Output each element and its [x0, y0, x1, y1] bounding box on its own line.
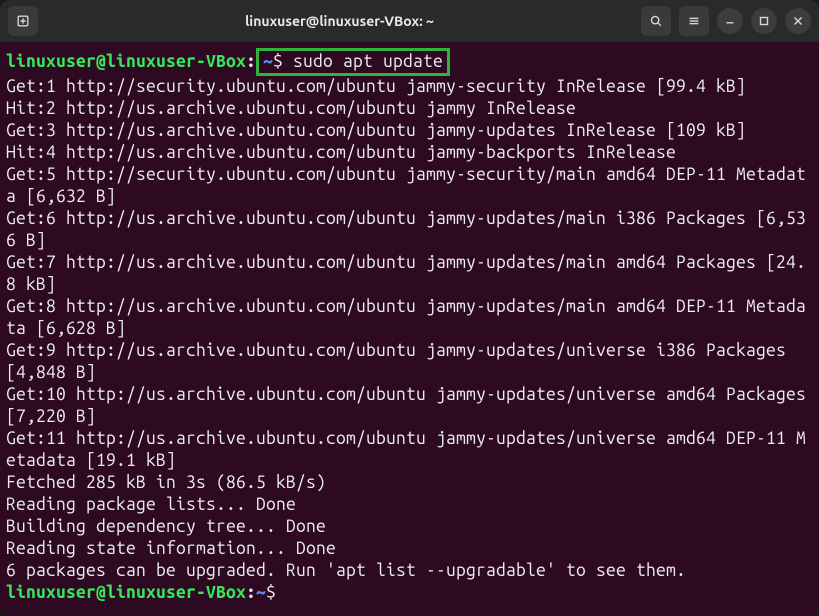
output-line: Hit:4 http://us.archive.ubuntu.com/ubunt… [6, 142, 813, 164]
output-line: Get:10 http://us.archive.ubuntu.com/ubun… [6, 384, 813, 428]
terminal-output: Get:1 http://security.ubuntu.com/ubuntu … [6, 76, 813, 582]
output-line: Get:1 http://security.ubuntu.com/ubuntu … [6, 76, 813, 98]
output-line: Get:7 http://us.archive.ubuntu.com/ubunt… [6, 252, 813, 296]
output-line: 6 packages can be upgraded. Run 'apt lis… [6, 560, 813, 582]
output-line: Get:6 http://us.archive.ubuntu.com/ubunt… [6, 208, 813, 252]
output-line: Reading package lists... Done [6, 494, 813, 516]
output-line: Get:9 http://us.archive.ubuntu.com/ubunt… [6, 340, 813, 384]
output-line: Get:3 http://us.archive.ubuntu.com/ubunt… [6, 120, 813, 142]
menu-button[interactable] [679, 6, 709, 36]
new-tab-button[interactable] [8, 6, 38, 36]
prompt-path: ~ [263, 52, 273, 71]
prompt-user-host: linuxuser@linuxuser-VBox [6, 583, 246, 602]
prompt-symbol: $ [273, 52, 283, 71]
prompt-colon: : [246, 52, 256, 71]
output-line: Get:8 http://us.archive.ubuntu.com/ubunt… [6, 296, 813, 340]
minimize-button[interactable] [717, 8, 743, 34]
titlebar: linuxuser@linuxuser-VBox: ~ [0, 0, 819, 42]
output-line: Fetched 285 kB in 3s (86.5 kB/s) [6, 472, 813, 494]
command-highlight: ~$ sudo apt update [256, 48, 450, 76]
output-line: Reading state information... Done [6, 538, 813, 560]
command-text: sudo apt update [293, 52, 443, 71]
prompt-user-host: linuxuser@linuxuser-VBox [6, 52, 246, 71]
prompt-line-2: linuxuser@linuxuser-VBox:~$ [6, 582, 813, 604]
window-title: linuxuser@linuxuser-VBox: ~ [46, 13, 633, 29]
terminal-body[interactable]: linuxuser@linuxuser-VBox:~$ sudo apt upd… [0, 42, 819, 616]
prompt-line-1: linuxuser@linuxuser-VBox:~$ sudo apt upd… [6, 48, 813, 76]
prompt-path: ~ [256, 583, 266, 602]
output-line: Get:11 http://us.archive.ubuntu.com/ubun… [6, 428, 813, 472]
prompt-symbol: $ [266, 583, 276, 602]
output-line: Hit:2 http://us.archive.ubuntu.com/ubunt… [6, 98, 813, 120]
close-button[interactable] [785, 8, 811, 34]
output-line: Get:5 http://security.ubuntu.com/ubuntu … [6, 164, 813, 208]
terminal-window: linuxuser@linuxuser-VBox: ~ linuxuser@li… [0, 0, 819, 616]
output-line: Building dependency tree... Done [6, 516, 813, 538]
maximize-button[interactable] [751, 8, 777, 34]
prompt-colon: : [246, 583, 256, 602]
search-button[interactable] [641, 6, 671, 36]
